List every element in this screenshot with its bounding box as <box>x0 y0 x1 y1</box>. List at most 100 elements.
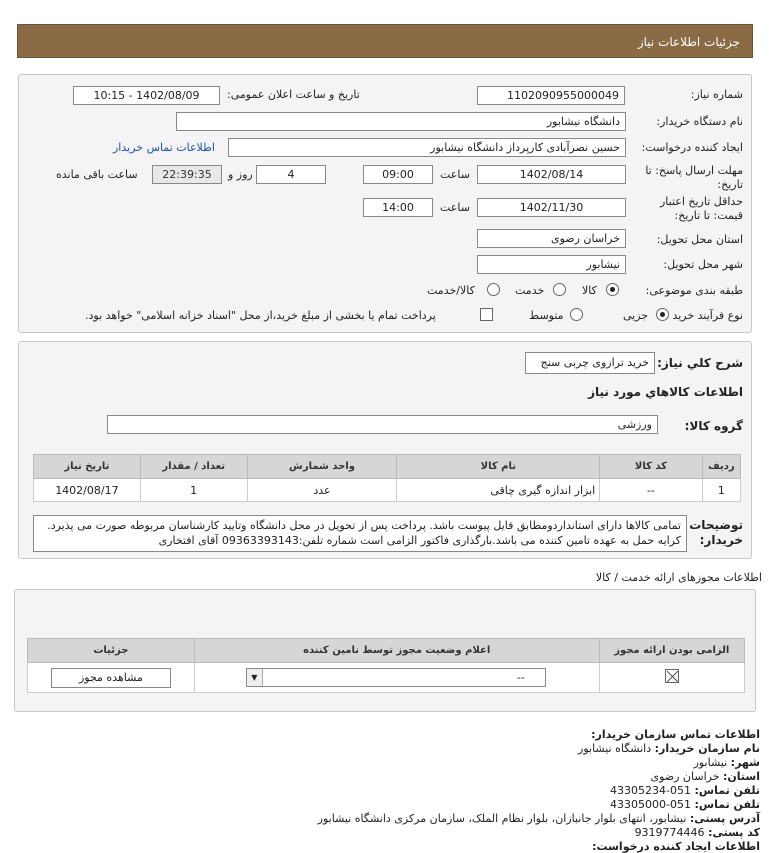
cell-qty: 1 <box>139 478 248 502</box>
deadline-label-1: مهلت ارسال پاسخ: تا <box>645 164 743 177</box>
process-radio-minor[interactable] <box>656 308 669 321</box>
contact-province-label: استان: <box>723 770 760 783</box>
contact-address: آدرس پستی: نیشابور، انتهای بلوار جانبازا… <box>318 812 760 825</box>
deadline-date-field[interactable]: 1402/08/14 <box>477 165 626 184</box>
goods-table: ردیف کد کالا نام کالا واحد شمارش تعداد /… <box>33 454 742 502</box>
contact-phone-value: 051-43305234 <box>610 784 692 797</box>
buyer-notes-label-2: خریدار: <box>699 533 743 547</box>
goods-info-title: اطلاعات كالاهاي مورد نياز <box>588 385 743 399</box>
col-license-details: جزئیات <box>27 638 195 663</box>
validity-label-2: قیمت: تا تاریخ: <box>674 209 743 222</box>
buyer-notes-field: تمامی کالاها دارای استانداردومطابق فایل … <box>33 515 687 552</box>
license-table: الزامی بودن ارائه مجوز اعلام وضعیت مجوز … <box>27 638 746 693</box>
buyer-org-field[interactable]: دانشگاه نیشابور <box>176 112 626 131</box>
license-details-cell: مشاهده مجوز <box>27 662 195 693</box>
contact-fax: تلفن تماس: 051-43305000 <box>610 798 760 811</box>
col-license-required: الزامی بودن ارائه مجوز <box>598 638 746 663</box>
category-option-goods: کالا <box>582 284 597 297</box>
col-unit: واحد شمارش <box>246 454 398 479</box>
creator-field[interactable]: حسین نصرآبادی کارپرداز دانشگاه نیشابور <box>228 138 626 157</box>
validity-date-field[interactable]: 1402/11/30 <box>477 198 626 217</box>
contact-province: استان: خراسان رضوی <box>650 770 760 783</box>
page-header: جزئیات اطلاعات نیاز <box>17 24 753 58</box>
dropdown-arrow-icon: ▼ <box>246 669 263 686</box>
need-number-label: شماره نیاز: <box>690 88 743 101</box>
category-radio-service[interactable] <box>553 283 566 296</box>
creator-info-title: اطلاعات ایجاد کننده درخواست: <box>592 840 760 853</box>
buyer-contact-link[interactable]: اطلاعات تماس خریدار <box>113 141 215 154</box>
deadline-time-label: ساعت <box>440 168 470 181</box>
cell-date: 1402/08/17 <box>33 478 141 502</box>
license-required-cell <box>598 662 746 693</box>
process-radio-medium[interactable] <box>570 308 583 321</box>
contact-org-label: نام سازمان خریدار: <box>654 742 760 755</box>
process-option-minor: جزیی <box>623 309 649 322</box>
announce-field[interactable]: 1402/08/09 - 10:15 <box>73 86 220 105</box>
col-license-status: اعلام وضعیت مجوز توسط نامین کننده <box>193 638 600 663</box>
category-option-both: کالا/خدمت <box>427 284 475 297</box>
contact-org-value: دانشگاه نیشابور <box>578 742 652 755</box>
col-row: ردیف <box>701 454 742 479</box>
contact-org: نام سازمان خریدار: دانشگاه نیشابور <box>578 742 760 755</box>
contact-postal-label: کد پستی: <box>708 826 760 839</box>
col-qty: تعداد / مقدار <box>139 454 248 479</box>
need-summary-label: شرح کلي نياز: <box>657 356 743 370</box>
col-code: کد کالا <box>599 454 703 479</box>
days-label: روز و <box>228 168 253 181</box>
goods-group-field[interactable]: ورزشی <box>107 415 658 434</box>
license-title: اطلاعات مجوزهای ارائه خدمت / کالا <box>595 571 762 584</box>
process-label: نوع فرآیند خرید : <box>665 309 743 322</box>
cell-row: 1 <box>701 478 742 502</box>
cell-unit: عدد <box>246 478 398 502</box>
city-field[interactable]: نیشابور <box>477 255 626 274</box>
contact-city: شهر: نیشابور <box>694 756 760 769</box>
col-name: نام کالا <box>396 454 601 479</box>
category-radio-both[interactable] <box>487 283 500 296</box>
cell-code: -- <box>599 478 703 502</box>
contact-city-value: نیشابور <box>693 756 728 769</box>
payment-note: پرداخت تمام یا بخشی از مبلغ خرید،از محل … <box>85 309 436 322</box>
validity-time-field[interactable]: 14:00 <box>363 198 433 217</box>
buyer-notes-label-1: توضیحات <box>689 518 743 532</box>
contact-phone-label: تلفن تماس: <box>694 784 760 797</box>
remaining-label: ساعت باقی مانده <box>56 168 138 181</box>
contact-fax-label: تلفن تماس: <box>694 798 760 811</box>
province-label: استان محل تحویل: <box>656 233 743 246</box>
license-table-header: الزامی بودن ارائه مجوز اعلام وضعیت مجوز … <box>27 638 746 663</box>
need-summary-field[interactable]: خرید ترازوی چربی سنج <box>525 352 655 374</box>
category-label: طبقه بندی موضوعی: <box>645 284 743 297</box>
category-radio-goods[interactable] <box>606 283 619 296</box>
contact-fax-value: 051-43305000 <box>610 798 692 811</box>
goods-table-header: ردیف کد کالا نام کالا واحد شمارش تعداد /… <box>33 454 742 479</box>
page-title: جزئیات اطلاعات نیاز <box>637 35 740 49</box>
city-label: شهر محل تحویل: <box>663 258 743 271</box>
remaining-time-field: 22:39:35 <box>152 165 222 184</box>
validity-time-label: ساعت <box>440 201 470 214</box>
col-date: تاریخ نیاز <box>33 454 141 479</box>
cell-name: ابزار اندازه گیری چاقی <box>396 478 601 502</box>
contact-address-value: نیشابور، انتهای بلوار جانبازان، بلوار نظ… <box>317 812 687 825</box>
contact-phone: تلفن تماس: 051-43305234 <box>610 784 760 797</box>
deadline-time-field[interactable]: 09:00 <box>363 165 433 184</box>
contact-city-label: شهر: <box>730 756 760 769</box>
table-row[interactable]: 1 -- ابزار اندازه گیری چاقی عدد 1 1402/0… <box>33 478 742 502</box>
contact-postal-value: 9319774446 <box>634 826 705 839</box>
days-field[interactable]: 4 <box>256 165 326 184</box>
deadline-label-2: تاریخ: <box>717 178 743 191</box>
process-option-medium: متوسط <box>529 309 564 322</box>
need-number-field[interactable]: 1102090955000049 <box>477 86 625 105</box>
view-license-button[interactable]: مشاهده مجوز <box>50 667 171 688</box>
contact-postal: کد پستی: 9319774446 <box>635 826 760 839</box>
contact-address-label: آدرس پستی: <box>689 812 760 825</box>
validity-label-1: حداقل تاریخ اعتبار <box>659 195 743 208</box>
license-status-select[interactable]: ▼ -- <box>245 668 546 687</box>
contact-province-value: خراسان رضوی <box>650 770 720 783</box>
table-row: ▼ -- مشاهده مجوز <box>27 662 746 693</box>
checkbox-disabled-icon <box>664 669 679 683</box>
treasury-payment-checkbox[interactable] <box>480 308 493 321</box>
license-status-cell: ▼ -- <box>193 662 600 693</box>
province-field[interactable]: خراسان رضوی <box>477 229 626 248</box>
category-option-service: خدمت <box>515 284 545 297</box>
announce-label: تاریخ و ساعت اعلان عمومی: <box>227 88 360 101</box>
license-status-value: -- <box>516 671 525 684</box>
